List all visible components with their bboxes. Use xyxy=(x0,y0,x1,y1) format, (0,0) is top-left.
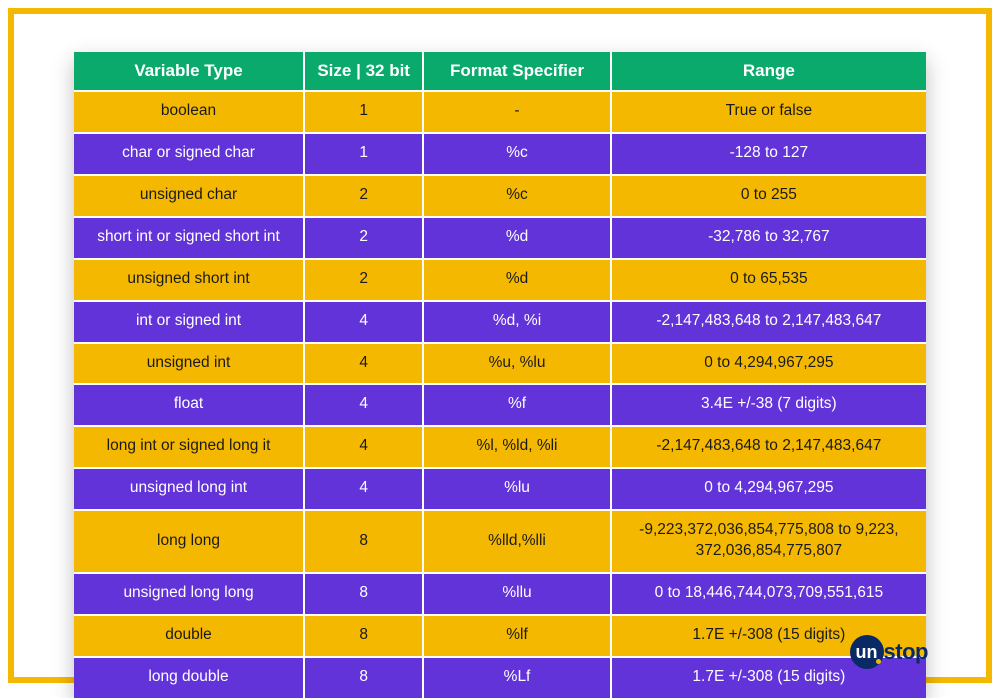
table-row: boolean1-True or false xyxy=(74,91,926,133)
cell-variable-type: boolean xyxy=(74,91,304,133)
cell-size: 4 xyxy=(304,426,423,468)
cell-size: 4 xyxy=(304,468,423,510)
cell-range: -2,147,483,648 to 2,147,483,647 xyxy=(611,426,926,468)
cell-format-specifier: %c xyxy=(423,175,610,217)
cell-variable-type: long int or signed long it xyxy=(74,426,304,468)
table-row: unsigned char2%c0 to 255 xyxy=(74,175,926,217)
cell-size: 4 xyxy=(304,384,423,426)
cell-range: 0 to 4,294,967,295 xyxy=(611,468,926,510)
cell-range: 0 to 65,535 xyxy=(611,259,926,301)
cell-size: 8 xyxy=(304,510,423,573)
logo-mark-icon: un xyxy=(850,635,884,669)
cell-size: 8 xyxy=(304,657,423,698)
cell-range: -32,786 to 32,767 xyxy=(611,217,926,259)
cell-variable-type: unsigned short int xyxy=(74,259,304,301)
cell-range: 0 to 18,446,744,073,709,551,615 xyxy=(611,573,926,615)
table-row: short int or signed short int2%d-32,786 … xyxy=(74,217,926,259)
cell-range: 0 to 4,294,967,295 xyxy=(611,343,926,385)
cell-size: 4 xyxy=(304,301,423,343)
types-table-container: Variable Type Size | 32 bit Format Speci… xyxy=(74,52,926,698)
cell-variable-type: int or signed int xyxy=(74,301,304,343)
unstop-logo: un stop xyxy=(850,635,928,669)
cell-variable-type: long long xyxy=(74,510,304,573)
cell-variable-type: double xyxy=(74,615,304,657)
cell-range: -128 to 127 xyxy=(611,133,926,175)
variable-types-table: Variable Type Size | 32 bit Format Speci… xyxy=(74,52,926,698)
cell-size: 8 xyxy=(304,573,423,615)
cell-variable-type: unsigned long int xyxy=(74,468,304,510)
cell-range: -2,147,483,648 to 2,147,483,647 xyxy=(611,301,926,343)
header-format-specifier: Format Specifier xyxy=(423,52,610,91)
cell-size: 1 xyxy=(304,91,423,133)
cell-variable-type: float xyxy=(74,384,304,426)
cell-format-specifier: %lf xyxy=(423,615,610,657)
cell-format-specifier: %c xyxy=(423,133,610,175)
table-row: double8%lf1.7E +/-308 (15 digits) xyxy=(74,615,926,657)
table-row: int or signed int4%d, %i-2,147,483,648 t… xyxy=(74,301,926,343)
cell-size: 1 xyxy=(304,133,423,175)
cell-format-specifier: %Lf xyxy=(423,657,610,698)
cell-variable-type: unsigned long long xyxy=(74,573,304,615)
cell-size: 2 xyxy=(304,217,423,259)
table-header-row: Variable Type Size | 32 bit Format Speci… xyxy=(74,52,926,91)
table-row: unsigned int4%u, %lu0 to 4,294,967,295 xyxy=(74,343,926,385)
logo-text: stop xyxy=(884,639,928,665)
cell-format-specifier: %lu xyxy=(423,468,610,510)
cell-size: 2 xyxy=(304,259,423,301)
cell-format-specifier: %f xyxy=(423,384,610,426)
cell-format-specifier: %lld,%lli xyxy=(423,510,610,573)
cell-range: 3.4E +/-38 (7 digits) xyxy=(611,384,926,426)
table-row: long long8%lld,%lli-9,223,372,036,854,77… xyxy=(74,510,926,573)
cell-format-specifier: %u, %lu xyxy=(423,343,610,385)
header-size: Size | 32 bit xyxy=(304,52,423,91)
table-row: long int or signed long it4%l, %ld, %li-… xyxy=(74,426,926,468)
header-range: Range xyxy=(611,52,926,91)
cell-size: 4 xyxy=(304,343,423,385)
cell-size: 8 xyxy=(304,615,423,657)
cell-range: True or false xyxy=(611,91,926,133)
cell-variable-type: long double xyxy=(74,657,304,698)
table-body: boolean1-True or falsechar or signed cha… xyxy=(74,91,926,698)
table-row: char or signed char1%c-128 to 127 xyxy=(74,133,926,175)
table-row: unsigned long int4%lu0 to 4,294,967,295 xyxy=(74,468,926,510)
table-row: float4%f3.4E +/-38 (7 digits) xyxy=(74,384,926,426)
cell-variable-type: char or signed char xyxy=(74,133,304,175)
cell-size: 2 xyxy=(304,175,423,217)
header-variable-type: Variable Type xyxy=(74,52,304,91)
cell-format-specifier: %llu xyxy=(423,573,610,615)
table-row: unsigned short int2%d0 to 65,535 xyxy=(74,259,926,301)
cell-variable-type: short int or signed short int xyxy=(74,217,304,259)
cell-range: -9,223,372,036,854,775,808 to 9,223, 372… xyxy=(611,510,926,573)
cell-range: 0 to 255 xyxy=(611,175,926,217)
page-frame: Variable Type Size | 32 bit Format Speci… xyxy=(8,8,992,683)
cell-format-specifier: %d xyxy=(423,259,610,301)
table-row: unsigned long long8%llu0 to 18,446,744,0… xyxy=(74,573,926,615)
cell-format-specifier: %l, %ld, %li xyxy=(423,426,610,468)
cell-variable-type: unsigned int xyxy=(74,343,304,385)
cell-format-specifier: %d xyxy=(423,217,610,259)
table-row: long double8%Lf1.7E +/-308 (15 digits) xyxy=(74,657,926,698)
cell-format-specifier: %d, %i xyxy=(423,301,610,343)
cell-format-specifier: - xyxy=(423,91,610,133)
cell-variable-type: unsigned char xyxy=(74,175,304,217)
